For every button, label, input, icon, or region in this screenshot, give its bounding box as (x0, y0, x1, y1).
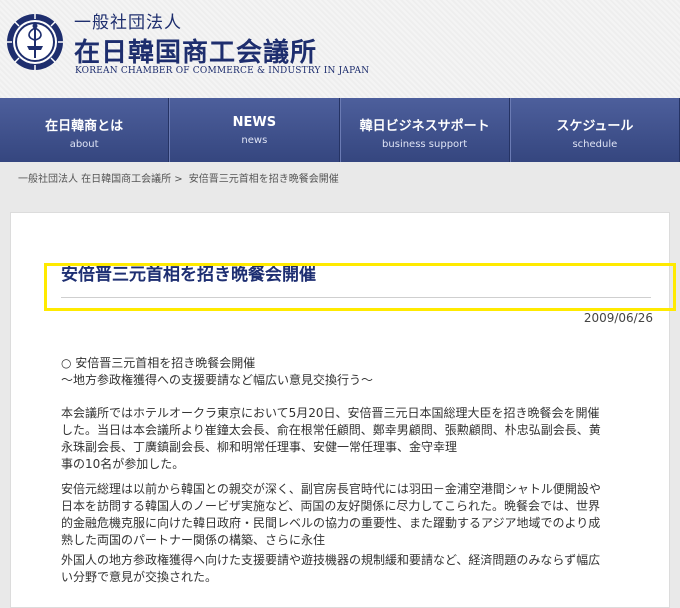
nav-item-about[interactable]: 在日韓商とは about (0, 98, 170, 162)
paragraph-line: 事の10名が参加した。 (61, 457, 185, 471)
nav-label: スケジュール (556, 119, 634, 134)
paragraph-line: 本会議所ではホテルオークラ東京において5月20日、安倍晋三元日本国総理大臣を招き… (61, 406, 600, 420)
paragraph-line: した。当日は本会議所より崔鐘太会長、俞在根常任顧問、鄭幸男顧問、張勲顧問、朴忠弘… (61, 423, 601, 437)
nav-sublabel: schedule (572, 139, 618, 150)
paragraph-line: い分野で意見が交換された。 (61, 570, 218, 584)
paragraph-line: 的金融危機克服に向けた韓日政府・民間レベルの協力の重要性、また躍動するアジア地域… (61, 516, 601, 530)
site-header: 一般社団法人 在日韓国商工会議所 KOREAN CHAMBER OF COMME… (0, 0, 680, 98)
paragraph-line: 熟した両国のパートナー関係の構築、さらに永住 (61, 533, 326, 547)
org-name-english: KOREAN CHAMBER OF COMMERCE & INDUSTRY IN… (75, 66, 370, 76)
nav-item-schedule[interactable]: スケジュール schedule (509, 98, 680, 162)
paragraph-line: 安倍元総理は以前から韓国との親交が深く、副官房長官時代には羽田－金浦空港間シャト… (61, 482, 601, 496)
nav-label: 在日韓商とは (45, 119, 124, 134)
nav-item-business-support[interactable]: 韓日ビジネスサポート business support (339, 98, 510, 162)
paragraph-line: 外国人の地方参政権獲得へ向けた支援要請や遊技機器の規制緩和要請など、経済問題のみ… (61, 553, 601, 567)
nav-sublabel: business support (382, 139, 468, 150)
breadcrumb-separator: > (174, 174, 183, 185)
breadcrumb: 一般社団法人 在日韓国商工会議所 > 安倍晋三元首相を招き晩餐会開催 (18, 170, 342, 185)
nav-label: 韓日ビジネスサポート (359, 119, 490, 134)
paragraph-line: 永珠副会長、丁廣鎮副会長、柳和明常任理事、安健一常任理事、金守幸理 (61, 440, 458, 454)
nav-sublabel: news (241, 135, 268, 146)
main-nav: 在日韓商とは about NEWS news 韓日ビジネスサポート busine… (0, 98, 680, 162)
breadcrumb-current: 安倍晋三元首相を招き晩餐会開催 (188, 174, 339, 185)
paragraph-line: 日本を訪問する韓国人のノービザ実施など、両国の友好関係に尽力してこられた。晩餐会… (61, 499, 601, 513)
nav-item-news[interactable]: NEWS news (169, 98, 340, 162)
nav-sublabel: about (69, 139, 99, 150)
article-date: 2009/06/26 (583, 311, 653, 325)
page-title: 安倍晋三元首相を招き晩餐会開催 (61, 265, 316, 285)
emblem-icon[interactable] (5, 12, 65, 72)
article-panel: 安倍晋三元首相を招き晩餐会開催 2009/06/26 ○ 安倍晋三元首相を招き晩… (10, 212, 670, 608)
article-heading-line: ～地方参政権獲得への支援要請など幅広い意見交換行う～ (61, 373, 374, 387)
breadcrumb-home-link[interactable]: 一般社団法人 在日韓国商工会議所 (18, 174, 171, 185)
article-heading-line: ○ 安倍晋三元首相を招き晩餐会開催 (61, 356, 256, 370)
title-divider (61, 297, 651, 298)
org-name[interactable]: 在日韓国商工会議所 (74, 32, 317, 69)
org-prefix: 一般社団法人 (74, 13, 182, 33)
nav-label: NEWS (232, 115, 277, 130)
